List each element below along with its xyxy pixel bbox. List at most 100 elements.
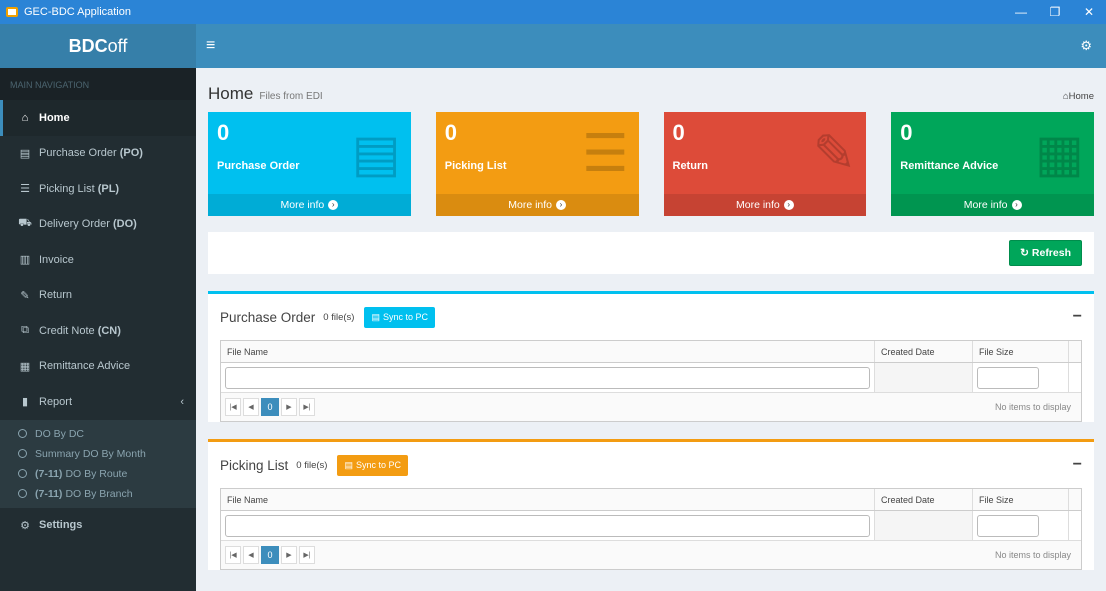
first-page-icon[interactable]: |◀ <box>225 398 241 416</box>
edit-icon: ✎ <box>20 289 30 302</box>
tile-return: 0 Return ✎ More info › <box>663 112 867 216</box>
refresh-icon: ↻ <box>1020 247 1032 259</box>
collapse-icon[interactable]: − <box>1073 456 1082 474</box>
more-info-link[interactable]: More info › <box>208 194 411 216</box>
sidebar-item-label: Credit Note (CN) <box>39 324 121 337</box>
sidebar-item-return[interactable]: ✎ Return <box>0 278 196 314</box>
collapse-icon[interactable]: − <box>1073 308 1082 326</box>
column-header-created-date[interactable]: Created Date <box>875 489 973 510</box>
sidebar-item-label: Delivery Order (DO) <box>39 218 137 231</box>
sidebar-item-remittance-advice[interactable]: ▦ Remittance Advice <box>0 349 196 385</box>
list-icon: ☰ <box>581 125 629 183</box>
created-date-filter-cell <box>875 511 973 540</box>
submenu-item-prefix: (7-11) <box>35 467 63 480</box>
sidebar-item-picking-list[interactable]: ☰ Picking List (PL) <box>0 171 196 207</box>
submenu-item-label: DO By Route <box>65 467 128 480</box>
bank-icon: ▥ <box>19 254 31 267</box>
cogs-icon: ⚙ <box>20 519 30 532</box>
panel-purchase-order: Purchase Order 0 file(s) ▤ Sync to PC − F… <box>208 291 1094 422</box>
page-title: Home <box>208 84 254 103</box>
sidebar-item-label: Remittance Advice <box>39 360 131 373</box>
more-info-link[interactable]: More info › <box>435 194 639 216</box>
current-page[interactable]: 0 <box>261 546 279 564</box>
circle-icon <box>18 489 27 498</box>
submenu-item-do-by-route[interactable]: (7-11) DO By Route <box>0 464 196 484</box>
panel-header: Purchase Order 0 file(s) ▤ Sync to PC − <box>208 294 1094 340</box>
edit-icon: ✎ <box>812 125 857 183</box>
brand-logo[interactable]: BDC off <box>0 24 196 68</box>
column-header-file-size[interactable]: File Size <box>973 341 1069 362</box>
file-size-filter[interactable] <box>977 514 1039 537</box>
sidebar-item-credit-note[interactable]: ⧉ Credit Note (CN) <box>0 313 196 349</box>
calendar-icon: ▦ <box>19 360 31 373</box>
file-name-filter[interactable] <box>225 366 870 389</box>
refresh-button[interactable]: ↻ Refresh <box>1009 240 1082 266</box>
submenu-item-label: DO By DC <box>35 427 85 440</box>
file-count: 0 file(s) <box>296 459 328 471</box>
nav-header: MAIN NAVIGATION <box>0 68 196 100</box>
panel-header: Picking List 0 file(s) ▤ Sync to PC − <box>208 442 1094 488</box>
list-icon: ☰ <box>20 183 30 196</box>
current-page[interactable]: 0 <box>261 398 279 416</box>
menu-toggle-icon[interactable]: ≡ <box>206 37 215 55</box>
tile-remittance-advice: 0 Remittance Advice ▦ More info › <box>891 112 1094 216</box>
next-page-icon[interactable]: ▶ <box>281 546 297 564</box>
settings-gears-icon[interactable]: ⚙ <box>1080 38 1092 54</box>
breadcrumb[interactable]: ⌂Home <box>1063 91 1094 102</box>
sidebar-item-label: Picking List (PL) <box>39 182 120 195</box>
prev-page-icon[interactable]: ◀ <box>243 546 259 564</box>
more-info-link[interactable]: More info › <box>663 194 867 216</box>
empty-message: No items to display <box>994 402 1071 412</box>
sidebar: BDC off MAIN NAVIGATION ⌂ Home ▤ Purchase… <box>0 24 196 591</box>
sidebar-item-label: Invoice <box>39 253 74 266</box>
last-page-icon[interactable]: ▶| <box>299 398 315 416</box>
arrow-circle-right-icon: › <box>1011 200 1022 210</box>
panel-picking-list: Picking List 0 file(s) ▤ Sync to PC − Fil… <box>208 439 1094 570</box>
arrow-circle-right-icon: › <box>556 200 567 210</box>
column-header-created-date[interactable]: Created Date <box>875 341 973 362</box>
content-header: Home Files from EDI ⌂Home <box>208 68 1094 112</box>
empty-message: No items to display <box>994 550 1071 560</box>
submenu-item-summary-do-by-month[interactable]: Summary DO By Month <box>0 444 196 464</box>
restore-button[interactable]: ❐ <box>1038 0 1072 24</box>
window-titlebar: GEC-BDC Application — ❐ ✕ <box>0 0 1106 24</box>
close-button[interactable]: ✕ <box>1072 0 1106 24</box>
file-count: 0 file(s) <box>323 311 355 323</box>
next-page-icon[interactable]: ▶ <box>281 398 297 416</box>
column-header-file-name[interactable]: File Name <box>221 489 875 510</box>
more-info-link[interactable]: More info › <box>891 194 1094 216</box>
database-icon: ▤ <box>371 311 380 322</box>
brand-rest: off <box>107 35 128 56</box>
file-size-filter[interactable] <box>977 366 1039 389</box>
truck-icon: ⛟ <box>18 217 32 230</box>
files-grid: File Name Created Date File Size |◀ ◀ 0 … <box>220 488 1082 570</box>
arrow-circle-right-icon: › <box>328 200 339 210</box>
sidebar-item-delivery-order[interactable]: ⛟ Delivery Order (DO) <box>0 207 196 243</box>
topbar: ≡ ⚙ <box>196 24 1106 68</box>
refresh-bar: ↻ Refresh <box>208 232 1094 274</box>
report-submenu: DO By DC Summary DO By Month (7-11) DO B… <box>0 419 196 508</box>
submenu-item-do-by-branch[interactable]: (7-11) DO By Branch <box>0 484 196 504</box>
stat-tiles: 0 Purchase Order ▤ More info › 0 Picking … <box>208 112 1094 216</box>
column-header-file-size[interactable]: File Size <box>973 489 1069 510</box>
sidebar-item-settings[interactable]: ⚙ Settings <box>0 508 196 544</box>
file-icon: ▤ <box>19 147 31 160</box>
first-page-icon[interactable]: |◀ <box>225 546 241 564</box>
sidebar-item-purchase-order[interactable]: ▤ Purchase Order (PO) <box>0 136 196 172</box>
arrow-circle-right-icon: › <box>783 200 794 210</box>
sidebar-item-home[interactable]: ⌂ Home <box>0 100 196 136</box>
sidebar-item-invoice[interactable]: ▥ Invoice <box>0 242 196 278</box>
grid-pager: |◀ ◀ 0 ▶ ▶| No items to display <box>221 393 1081 421</box>
sidebar-item-report[interactable]: ▮ Report ‹ <box>0 384 196 420</box>
minimize-button[interactable]: — <box>1004 0 1038 24</box>
sidebar-item-label: Purchase Order (PO) <box>39 147 143 160</box>
submenu-item-do-by-dc[interactable]: DO By DC <box>0 424 196 444</box>
file-name-filter[interactable] <box>225 514 870 537</box>
column-header-file-name[interactable]: File Name <box>221 341 875 362</box>
sync-to-pc-button[interactable]: ▤ Sync to PC <box>337 454 408 476</box>
grid-filter-row <box>221 511 1081 541</box>
last-page-icon[interactable]: ▶| <box>299 546 315 564</box>
sync-to-pc-button[interactable]: ▤ Sync to PC <box>364 306 435 328</box>
prev-page-icon[interactable]: ◀ <box>243 398 259 416</box>
window-title: GEC-BDC Application <box>24 6 131 18</box>
